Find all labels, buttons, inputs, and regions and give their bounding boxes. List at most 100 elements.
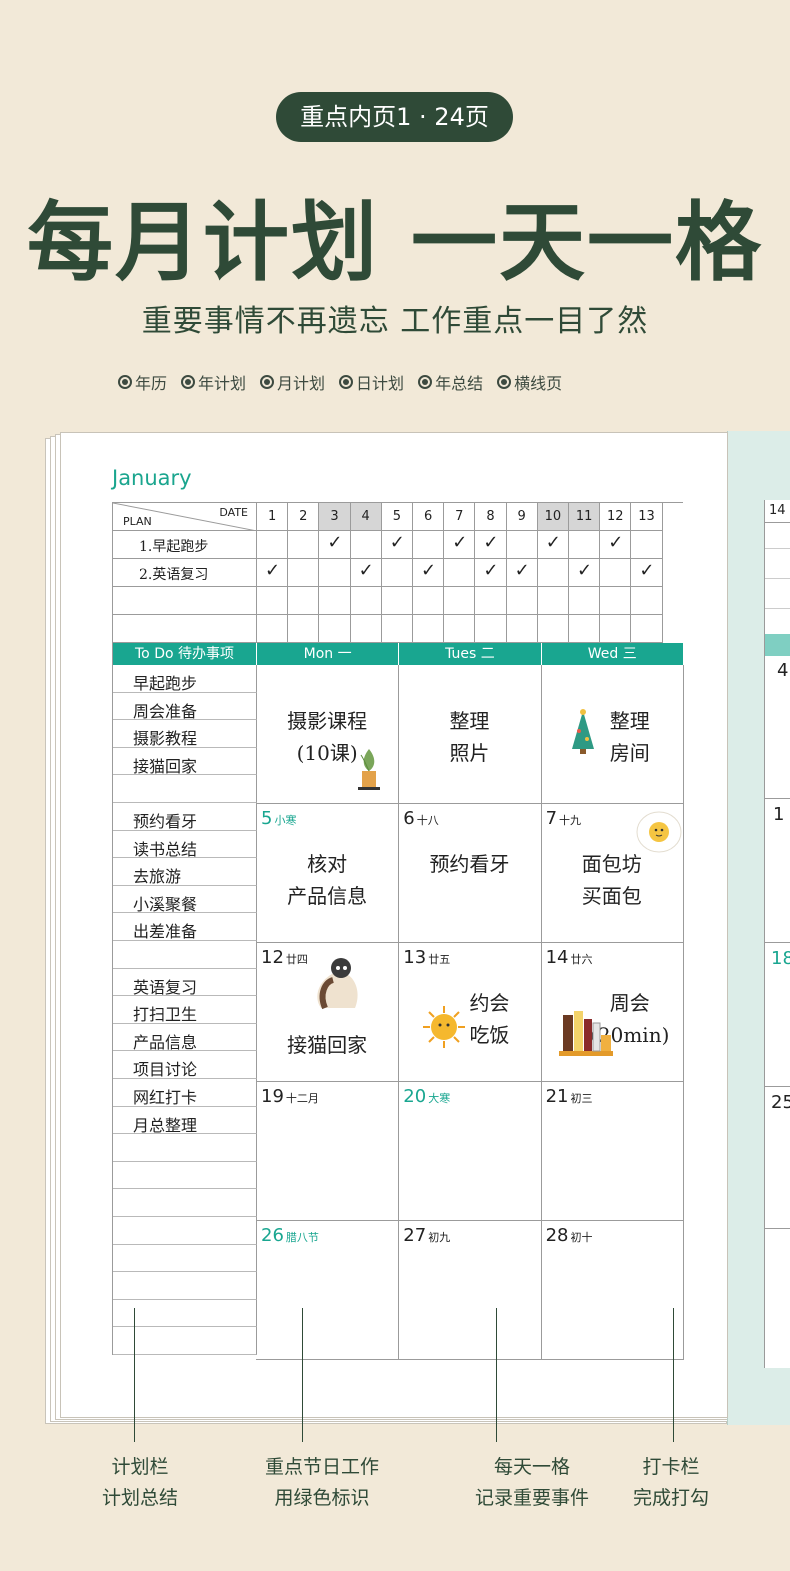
check-cell[interactable]: ✓: [506, 559, 538, 587]
todo-line[interactable]: [113, 1161, 257, 1190]
day-note: 整理 照片: [449, 709, 490, 765]
plan-row[interactable]: 2.英语复习: [113, 559, 257, 587]
check-cell[interactable]: [569, 615, 601, 643]
todo-line[interactable]: [113, 1134, 257, 1162]
todo-line[interactable]: 小溪聚餐: [113, 885, 257, 914]
todo-line[interactable]: [113, 941, 257, 969]
check-cell[interactable]: [569, 531, 601, 559]
check-cell[interactable]: [319, 615, 351, 643]
check-cell[interactable]: [381, 587, 413, 615]
day-cell[interactable]: 19 十二月: [256, 1082, 400, 1221]
day-cell[interactable]: 27 初九: [398, 1221, 542, 1360]
todo-line[interactable]: 英语复习: [113, 968, 257, 997]
check-cell[interactable]: [288, 615, 320, 643]
todo-line[interactable]: 摄影教程: [113, 720, 257, 748]
todo-line[interactable]: 接猫回家: [113, 747, 257, 776]
check-cell[interactable]: [537, 587, 569, 615]
check-cell[interactable]: [381, 559, 413, 587]
day-cell[interactable]: 21 初三: [540, 1082, 684, 1221]
todo-line[interactable]: [113, 1244, 257, 1273]
check-cell[interactable]: [319, 559, 351, 587]
todo-line[interactable]: 去旅游: [113, 858, 257, 886]
check-cell[interactable]: [257, 587, 289, 615]
todo-line[interactable]: 月总整理: [113, 1106, 257, 1135]
day-cell[interactable]: 26 腊八节: [256, 1221, 400, 1360]
check-cell[interactable]: [350, 587, 382, 615]
check-cell[interactable]: [537, 615, 569, 643]
check-cell[interactable]: ✓: [257, 559, 289, 587]
callout-line: [673, 1308, 674, 1442]
check-cell[interactable]: [413, 587, 445, 615]
todo-line[interactable]: 网红打卡: [113, 1079, 257, 1107]
todo-line[interactable]: [113, 775, 257, 803]
todo-line[interactable]: 打扫卫生: [113, 996, 257, 1024]
check-cell[interactable]: [475, 587, 507, 615]
todo-item: 读书总结: [133, 839, 198, 859]
check-cell[interactable]: ✓: [537, 531, 569, 559]
todo-line[interactable]: 周会准备: [113, 692, 257, 721]
check-cell[interactable]: [444, 615, 476, 643]
check-cell[interactable]: [475, 615, 507, 643]
check-cell[interactable]: [288, 559, 320, 587]
check-cell[interactable]: [631, 531, 663, 559]
day-number: 13 廿五: [403, 947, 451, 968]
todo-line[interactable]: 预约看牙: [113, 803, 257, 831]
check-cell[interactable]: [350, 615, 382, 643]
plan-row[interactable]: [113, 615, 257, 643]
check-cell[interactable]: [631, 587, 663, 615]
todo-line[interactable]: [113, 1272, 257, 1300]
check-cell[interactable]: [537, 559, 569, 587]
check-cell[interactable]: [631, 615, 663, 643]
day-cell[interactable]: 整理 照片: [398, 665, 542, 804]
check-cell[interactable]: ✓: [569, 559, 601, 587]
check-cell[interactable]: [381, 615, 413, 643]
todo-line[interactable]: 早起跑步: [113, 665, 257, 693]
todo-item: 英语复习: [133, 977, 198, 997]
check-cell[interactable]: [600, 559, 632, 587]
weekday-header: Wed 三: [540, 643, 683, 665]
check-cell[interactable]: [600, 587, 632, 615]
plan-row[interactable]: 1.早起跑步: [113, 531, 257, 559]
check-cell[interactable]: [413, 615, 445, 643]
check-cell[interactable]: [506, 615, 538, 643]
todo-line[interactable]: 项目讨论: [113, 1051, 257, 1079]
check-cell[interactable]: ✓: [319, 531, 351, 559]
check-cell[interactable]: ✓: [631, 559, 663, 587]
check-cell[interactable]: ✓: [350, 559, 382, 587]
check-cell[interactable]: [257, 531, 289, 559]
todo-item: 小溪聚餐: [133, 894, 198, 914]
todo-line[interactable]: [113, 1189, 257, 1217]
check-cell[interactable]: [444, 559, 476, 587]
check-cell[interactable]: ✓: [475, 559, 507, 587]
lunar-date: 十八: [416, 814, 439, 827]
day-number: 26 腊八节: [261, 1225, 319, 1246]
check-cell[interactable]: ✓: [413, 559, 445, 587]
todo-line[interactable]: 产品信息: [113, 1023, 257, 1052]
day-cell[interactable]: 13 廿五 约会 吃饭: [398, 943, 542, 1082]
todo-line[interactable]: 读书总结: [113, 830, 257, 859]
plan-row[interactable]: [113, 587, 257, 615]
check-cell[interactable]: ✓: [600, 531, 632, 559]
check-cell[interactable]: [569, 587, 601, 615]
todo-line[interactable]: 出差准备: [113, 913, 257, 941]
date-header-cell: 12: [600, 503, 632, 531]
check-cell[interactable]: [444, 587, 476, 615]
check-cell[interactable]: [257, 615, 289, 643]
check-cell[interactable]: ✓: [381, 531, 413, 559]
check-cell[interactable]: [506, 531, 538, 559]
check-cell[interactable]: [413, 531, 445, 559]
check-cell[interactable]: [288, 531, 320, 559]
day-cell[interactable]: 20 大寒: [398, 1082, 542, 1221]
check-cell[interactable]: ✓: [444, 531, 476, 559]
check-cell[interactable]: [600, 615, 632, 643]
day-cell[interactable]: 28 初十: [540, 1221, 684, 1360]
check-cell[interactable]: [319, 587, 351, 615]
check-cell[interactable]: [506, 587, 538, 615]
day-cell[interactable]: 6 十八 预约看牙: [398, 804, 542, 943]
check-cell[interactable]: [350, 531, 382, 559]
day-cell[interactable]: 5 小寒 核对 产品信息: [256, 804, 400, 943]
todo-line[interactable]: [113, 1217, 257, 1245]
day-cell[interactable]: 整理 房间: [540, 665, 684, 804]
check-cell[interactable]: [288, 587, 320, 615]
check-cell[interactable]: ✓: [475, 531, 507, 559]
